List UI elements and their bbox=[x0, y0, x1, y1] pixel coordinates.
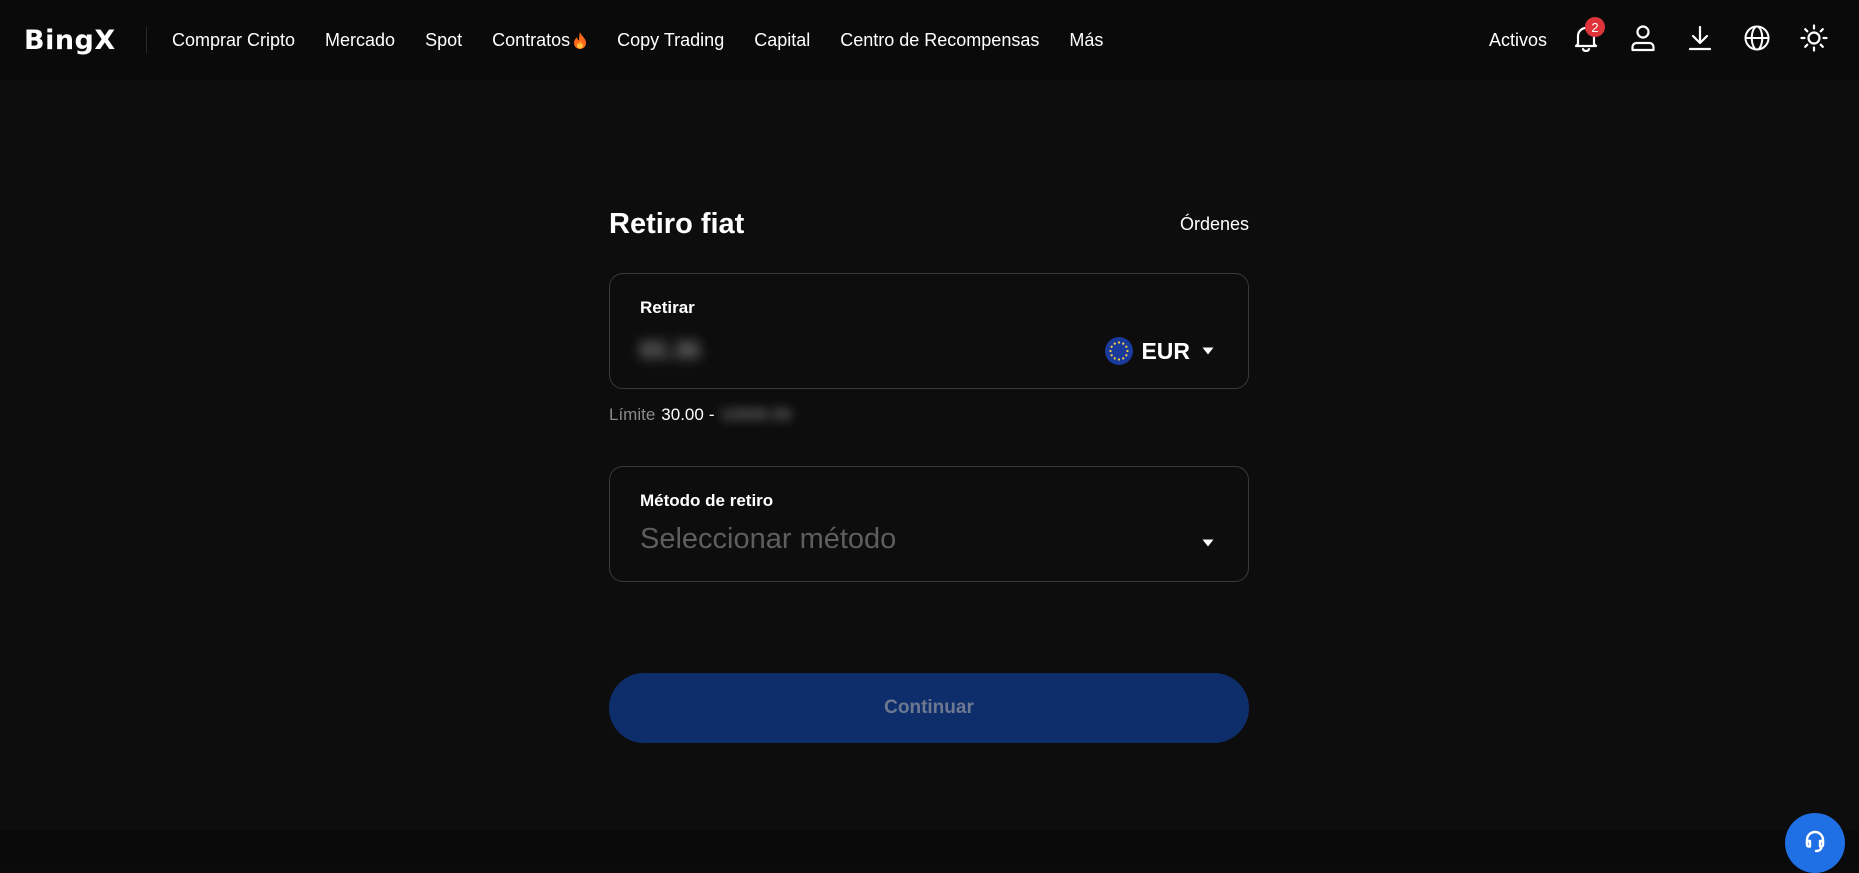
caret-down-icon bbox=[1202, 539, 1214, 547]
account-button[interactable] bbox=[1626, 23, 1660, 57]
download-app-button[interactable] bbox=[1683, 23, 1717, 57]
download-icon bbox=[1688, 25, 1712, 56]
nav-item-centro-de-recompensas[interactable]: Centro de Recompensas bbox=[840, 30, 1039, 51]
nav-item-copy-trading[interactable]: Copy Trading bbox=[617, 30, 724, 51]
currency-selector[interactable]: EUR bbox=[1105, 332, 1214, 370]
withdraw-amount-card: Retirar EUR bbox=[609, 273, 1249, 389]
limit-min-value: 30.00 bbox=[661, 405, 704, 424]
user-icon bbox=[1630, 24, 1656, 57]
currency-code: EUR bbox=[1141, 337, 1190, 364]
limit-label: Límite bbox=[609, 405, 656, 424]
amount-label: Retirar bbox=[640, 298, 695, 317]
nav-item-comprar-cripto[interactable]: Comprar Cripto bbox=[172, 30, 295, 51]
language-button[interactable] bbox=[1740, 23, 1774, 57]
logo-divider bbox=[146, 27, 147, 53]
amount-input[interactable] bbox=[640, 332, 1040, 370]
assets-link[interactable]: Activos bbox=[1489, 30, 1547, 51]
nav-item-label: Centro de Recompensas bbox=[840, 29, 1040, 50]
theme-toggle-button[interactable] bbox=[1797, 23, 1831, 57]
limit-separator: - bbox=[708, 405, 715, 424]
headset-icon bbox=[1802, 828, 1828, 859]
method-placeholder: Seleccionar método bbox=[640, 523, 897, 555]
customer-support-button[interactable] bbox=[1785, 813, 1845, 873]
method-label: Método de retiro bbox=[640, 491, 774, 510]
top-navigation-bar: BingX Comprar Cripto Mercado Spot Contra… bbox=[0, 0, 1859, 80]
bingx-logo[interactable]: BingX bbox=[24, 20, 124, 60]
nav-item-label: Mercado bbox=[325, 29, 396, 50]
eu-flag-icon bbox=[1105, 337, 1134, 365]
nav-item-label: Spot bbox=[425, 29, 463, 50]
nav-item-mercado[interactable]: Mercado bbox=[325, 30, 395, 51]
fire-icon bbox=[573, 31, 587, 49]
globe-icon bbox=[1743, 24, 1771, 57]
withdraw-method-selector[interactable]: Método de retiro Seleccionar método bbox=[609, 466, 1249, 582]
orders-link[interactable]: Órdenes bbox=[1180, 214, 1249, 235]
footer-strip bbox=[0, 830, 1859, 871]
nav-item-label: Capital bbox=[754, 29, 811, 50]
nav-item-contratos[interactable]: Contratos bbox=[492, 30, 587, 51]
continue-button[interactable]: Continuar bbox=[609, 673, 1249, 743]
notifications-button[interactable]: 2 bbox=[1569, 17, 1605, 57]
limit-max-value: 10000.00 bbox=[720, 405, 792, 424]
nav-item-mas[interactable]: Más bbox=[1069, 30, 1103, 51]
sun-icon bbox=[1800, 23, 1828, 57]
withdraw-limit: Límite 30.00 - 10000.00 bbox=[609, 403, 1249, 427]
nav-item-capital[interactable]: Capital bbox=[754, 30, 810, 51]
nav-item-label: Copy Trading bbox=[617, 29, 725, 50]
main-nav: Comprar Cripto Mercado Spot Contratos Co… bbox=[172, 30, 1133, 51]
fiat-withdraw-panel: Retiro fiat Órdenes Retirar EUR bbox=[609, 200, 1249, 582]
nav-item-label: Más bbox=[1069, 29, 1104, 50]
nav-item-spot[interactable]: Spot bbox=[425, 30, 462, 51]
panel-header: Retiro fiat Órdenes bbox=[609, 200, 1249, 248]
notification-count-badge: 2 bbox=[1585, 17, 1605, 37]
nav-item-label: Contratos bbox=[492, 29, 571, 50]
header-actions: Activos 2 bbox=[1489, 0, 1859, 80]
caret-down-icon bbox=[1202, 347, 1214, 355]
nav-item-label: Comprar Cripto bbox=[172, 29, 296, 50]
page-title: Retiro fiat bbox=[609, 207, 745, 240]
